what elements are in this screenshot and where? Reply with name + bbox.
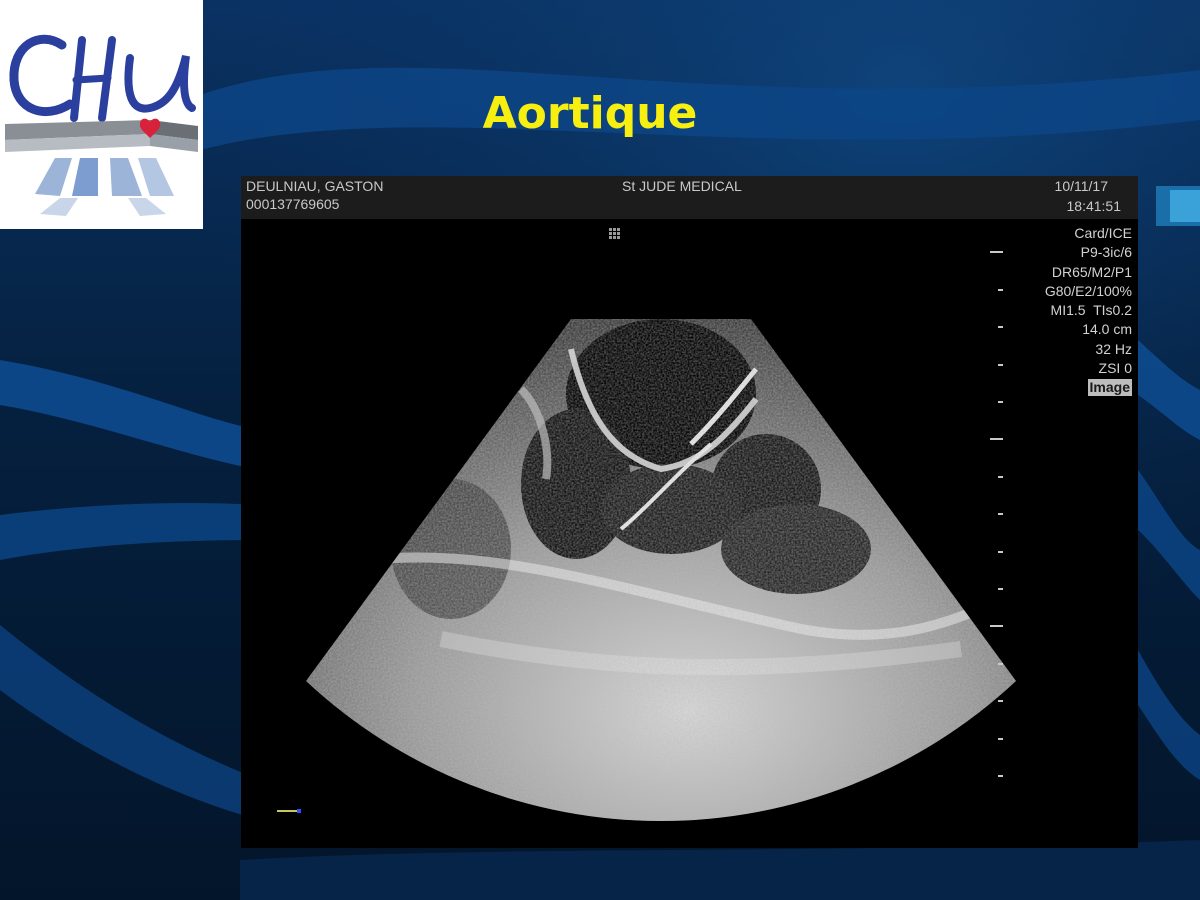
param-depth: 14.0 cm [1082, 321, 1132, 338]
exam-date: 10/11/17 [1054, 178, 1108, 194]
decorative-accent [1156, 186, 1200, 226]
param-gain: G80/E2/100% [1044, 282, 1132, 299]
param-probe: P9-3ic/6 [1080, 244, 1132, 261]
param-mi-tis: MI1.5 TIs0.2 [1050, 302, 1132, 319]
param-preset: Card/ICE [1074, 225, 1132, 241]
param-zoom: ZSI 0 [1098, 360, 1132, 377]
param-dynamic-range: DR65/M2/P1 [1051, 263, 1132, 280]
chu-logo-graphic [5, 34, 198, 216]
ultrasound-screen: DEULNIAU, GASTON 000137769605 St JUDE ME… [241, 176, 1138, 848]
reference-marker [277, 809, 301, 813]
exam-time: 18:41:51 [1066, 198, 1122, 214]
ultrasound-header: DEULNIAU, GASTON 000137769605 St JUDE ME… [241, 176, 1138, 219]
param-frame-rate: 32 Hz [1095, 340, 1132, 357]
slide-title: Aortique [482, 88, 698, 139]
ultrasound-sector [306, 319, 1016, 822]
patient-name: DEULNIAU, GASTON [246, 178, 384, 194]
chu-logo [0, 0, 203, 229]
acquisition-parameters: Card/ICE P9-3ic/6 DR65/M2/P1 G80/E2/100%… [1045, 224, 1132, 398]
param-mode-badge: Image [1087, 379, 1132, 397]
vendor-label: St JUDE MEDICAL [622, 178, 742, 194]
patient-id: 000137769605 [246, 196, 340, 212]
orientation-marker [609, 228, 620, 239]
ultrasound-image [277, 228, 1016, 822]
